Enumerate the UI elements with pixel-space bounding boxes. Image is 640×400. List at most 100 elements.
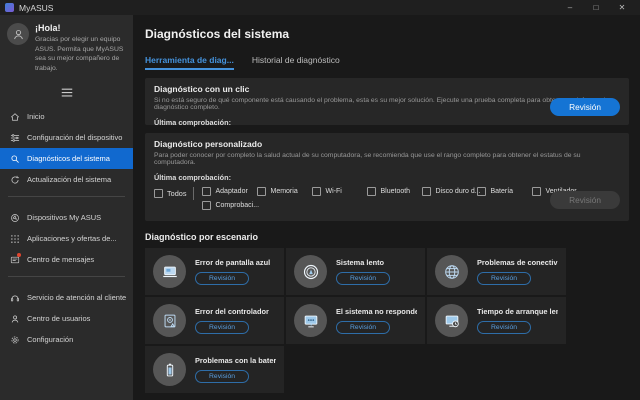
scenario-review-button[interactable]: Revisión — [195, 370, 249, 383]
checkbox-label: Wi-Fi — [325, 188, 341, 195]
sidebar: ¡Hola! Gracias por elegir un equipo ASUS… — [0, 15, 133, 400]
close-button[interactable]: ✕ — [609, 0, 635, 15]
apps-icon — [9, 233, 20, 244]
sidebar-divider — [8, 196, 125, 197]
checkbox-box[interactable] — [367, 187, 376, 196]
sidebar-item-label: Inicio — [27, 112, 45, 121]
sidebar-item-diagnosticos-sistema[interactable]: Diagnósticos del sistema — [0, 148, 133, 169]
scenario-label: Sistema lento — [336, 258, 390, 267]
scenario-label: El sistema no responde — [336, 307, 417, 316]
checkbox-label: Memoria — [270, 188, 297, 195]
checkbox-label: Bluetooth — [380, 188, 410, 195]
menu-toggle-button[interactable] — [0, 73, 133, 102]
scenario-label: Error de pantalla azul — [195, 258, 270, 267]
sidebar-item-configuracion[interactable]: Configuración — [0, 329, 133, 350]
scenario-label: Problemas con la batería — [195, 356, 276, 365]
person-icon — [12, 28, 25, 41]
greeting-message: Gracias por elegir un equipo ASUS. Permi… — [35, 35, 126, 73]
sidebar-item-label: Centro de mensajes — [27, 255, 94, 264]
custom-last-check-label: Última comprobación: — [154, 173, 620, 182]
maximize-button[interactable]: □ — [583, 0, 609, 15]
avatar[interactable] — [7, 23, 29, 45]
scenario-review-button[interactable]: Revisión — [336, 321, 390, 334]
app-title: MyASUS — [19, 3, 53, 13]
scenario-card: Error de pantalla azul Revisión — [145, 248, 284, 295]
custom-review-button-disabled[interactable]: Revisión — [550, 191, 620, 209]
component-checkbox[interactable]: Memoria — [257, 187, 312, 196]
sidebar-item-aplicaciones-ofertas[interactable]: Aplicaciones y ofertas de... — [0, 228, 133, 249]
scenario-review-button[interactable]: Revisión — [195, 321, 249, 334]
sidebar-item-inicio[interactable]: Inicio — [0, 106, 133, 127]
custom-diagnostic-card: Diagnóstico personalizado Para poder con… — [145, 133, 629, 221]
checkbox-label: Disco duro d... — [435, 188, 480, 195]
update-icon — [9, 174, 20, 185]
checkbox-box[interactable] — [257, 187, 266, 196]
device-config-icon — [9, 132, 20, 143]
page-title: Diagnósticos del sistema — [145, 27, 629, 41]
checkbox-box[interactable] — [312, 187, 321, 196]
scenario-card: Problemas con la batería Revisión — [145, 346, 284, 393]
scenario-card: Error del controlador Revisión — [145, 297, 284, 344]
custom-description: Para poder conocer por completo la salud… — [154, 152, 620, 166]
tab-diagnostic-tool[interactable]: Herramienta de diag... — [145, 55, 234, 70]
tab-bar: Herramienta de diag... Historial de diag… — [145, 55, 629, 70]
sidebar-item-label: Aplicaciones y ofertas de... — [27, 234, 117, 243]
checkbox-label: Comprobaci... — [215, 202, 259, 209]
component-checkbox[interactable]: Batería — [477, 187, 532, 196]
checkbox-box[interactable] — [422, 187, 431, 196]
user-icon — [9, 313, 20, 324]
sidebar-item-configuracion-dispositivo[interactable]: Configuración del dispositivo — [0, 127, 133, 148]
sidebar-item-actualizacion-sistema[interactable]: Actualización del sistema — [0, 169, 133, 190]
scenario-review-button[interactable]: Revisión — [336, 272, 390, 285]
monitor-clock-icon — [435, 304, 468, 337]
tab-diagnostic-history[interactable]: Historial de diagnóstico — [252, 55, 340, 70]
hamburger-icon — [61, 88, 73, 97]
sidebar-item-label: Configuración del dispositivo — [27, 133, 122, 142]
checkbox-box[interactable] — [154, 189, 163, 198]
home-icon — [9, 111, 20, 122]
sidebar-item-label: Servicio de atención al cliente — [27, 293, 126, 302]
sidebar-nav-secondary: Dispositivos My ASUS Aplicaciones y ofer… — [0, 207, 133, 270]
sidebar-item-atencion-cliente[interactable]: Servicio de atención al cliente — [0, 287, 133, 308]
checkbox-box[interactable] — [202, 201, 211, 210]
scenario-review-button[interactable]: Revisión — [477, 321, 531, 334]
component-checkbox[interactable]: Comprobaci... — [202, 201, 257, 210]
scenario-card: Tiempo de arranque lento Revisión — [427, 297, 566, 344]
one-click-title: Diagnóstico con un clic — [154, 84, 620, 94]
custom-title: Diagnóstico personalizado — [154, 139, 620, 149]
one-click-diagnostic-card: Diagnóstico con un clic Si no está segur… — [145, 78, 629, 125]
minimize-button[interactable]: – — [557, 0, 583, 15]
component-checkbox[interactable]: Adaptador — [202, 187, 257, 196]
scenario-card: El sistema no responde Revisión — [286, 297, 425, 344]
checkbox-box[interactable] — [477, 187, 486, 196]
scenario-review-button[interactable]: Revisión — [195, 272, 249, 285]
checkbox-box[interactable] — [202, 187, 211, 196]
sidebar-item-centro-mensajes[interactable]: Centro de mensajes — [0, 249, 133, 270]
monitor-dots-icon — [294, 304, 327, 337]
globe-icon — [435, 255, 468, 288]
checkbox-box[interactable] — [532, 187, 541, 196]
checkbox-todos[interactable]: Todos — [154, 187, 194, 200]
checkbox-label: Batería — [490, 188, 513, 195]
sidebar-divider — [8, 276, 125, 277]
component-checkbox[interactable]: Bluetooth — [367, 187, 422, 196]
sidebar-item-label: Dispositivos My ASUS — [27, 213, 101, 222]
speedometer-icon — [294, 255, 327, 288]
component-checkbox[interactable]: Wi-Fi — [312, 187, 367, 196]
sidebar-item-dispositivos-myasus[interactable]: Dispositivos My ASUS — [0, 207, 133, 228]
sidebar-item-centro-usuarios[interactable]: Centro de usuarios — [0, 308, 133, 329]
scenario-card: Problemas de conectivid... Revisión — [427, 248, 566, 295]
component-checkbox[interactable]: Disco duro d... — [422, 187, 477, 196]
user-greeting[interactable]: ¡Hola! Gracias por elegir un equipo ASUS… — [0, 23, 133, 73]
scenario-label: Tiempo de arranque lento — [477, 307, 558, 316]
diagnostics-icon — [9, 153, 20, 164]
sidebar-nav-primary: Inicio Configuración del dispositivo Dia… — [0, 106, 133, 190]
scenario-label: Error del controlador — [195, 307, 269, 316]
one-click-last-check-label: Última comprobación: — [154, 118, 620, 127]
greeting-title: ¡Hola! — [35, 23, 126, 33]
scenario-review-button[interactable]: Revisión — [477, 272, 531, 285]
one-click-review-button[interactable]: Revisión — [550, 98, 620, 116]
window-controls: – □ ✕ — [557, 0, 635, 15]
scenario-section-title: Diagnóstico por escenario — [145, 232, 629, 242]
myasus-logo-icon — [5, 3, 14, 12]
